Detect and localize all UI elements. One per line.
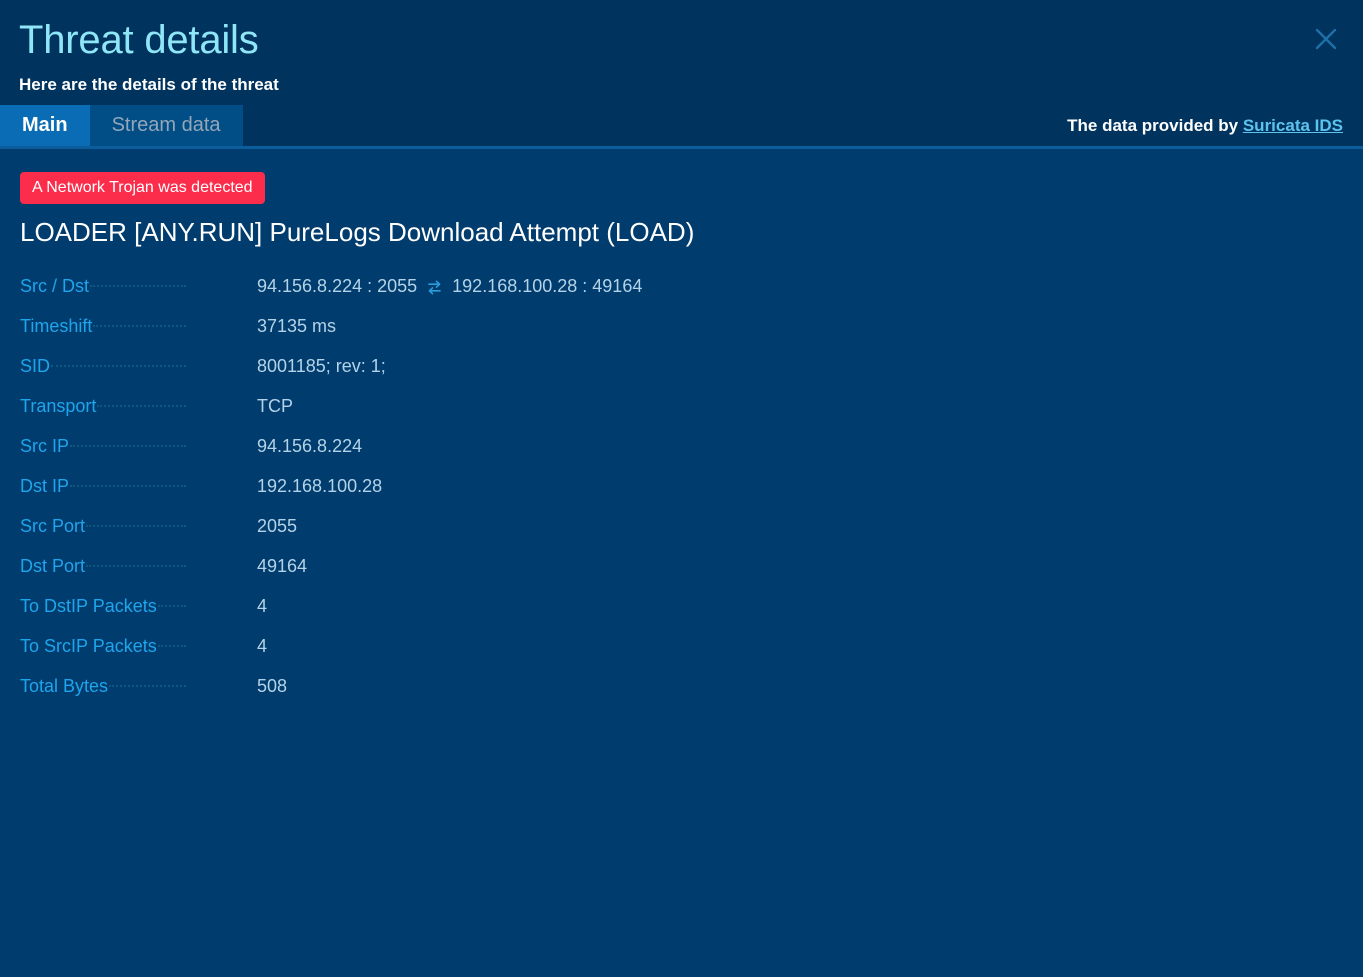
detail-value: 94.156.8.224 : 2055 192.168.100.28 : 491… bbox=[186, 274, 642, 298]
detail-value: 192.168.100.28 bbox=[257, 476, 383, 496]
detail-label: To SrcIP Packets bbox=[20, 634, 186, 658]
detail-row-dst-port: Dst Port 49164 bbox=[20, 554, 1343, 594]
detail-label: SID bbox=[20, 354, 186, 378]
detail-label: Timeshift bbox=[20, 314, 186, 338]
detail-label-text: Transport bbox=[20, 394, 98, 418]
src-endpoint: 94.156.8.224 : 2055 bbox=[257, 276, 418, 296]
detail-label: Src Port bbox=[20, 514, 186, 538]
detail-list: Src / Dst 94.156.8.224 : 2055 192.168.10… bbox=[20, 274, 1343, 714]
detail-row-timeshift: Timeshift 37135 ms bbox=[20, 314, 1343, 354]
detail-row-src-dst: Src / Dst 94.156.8.224 : 2055 192.168.10… bbox=[20, 274, 1343, 314]
detail-row-src-ip: Src IP 94.156.8.224 bbox=[20, 434, 1343, 474]
detail-row-total-bytes: Total Bytes 508 bbox=[20, 674, 1343, 714]
detail-row-to-srcip-packets: To SrcIP Packets 4 bbox=[20, 634, 1343, 674]
page-subtitle: Here are the details of the threat bbox=[19, 75, 279, 94]
detail-label-text: Timeshift bbox=[20, 314, 94, 338]
threat-details-content: A Network Trojan was detected LOADER [AN… bbox=[0, 149, 1363, 714]
detail-value: 4 bbox=[257, 636, 268, 656]
close-icon bbox=[1313, 26, 1339, 52]
leader-dots bbox=[86, 564, 186, 567]
tab-bar: Main Stream data The data provided by Su… bbox=[0, 105, 1363, 149]
detail-label: Dst IP bbox=[20, 474, 186, 498]
dst-endpoint: 192.168.100.28 : 49164 bbox=[452, 276, 643, 296]
leader-dots bbox=[109, 684, 186, 687]
detail-value: 37135 ms bbox=[257, 316, 337, 336]
detail-value: 508 bbox=[257, 676, 288, 696]
detail-row-src-port: Src Port 2055 bbox=[20, 514, 1343, 554]
leader-dots bbox=[93, 324, 186, 327]
detail-row-sid: SID 8001185; rev: 1; bbox=[20, 354, 1343, 394]
detail-row-transport: Transport TCP bbox=[20, 394, 1343, 434]
detail-label-text: Src / Dst bbox=[20, 274, 91, 298]
detail-label-text: SID bbox=[20, 354, 52, 378]
detail-label-text: Dst IP bbox=[20, 474, 71, 498]
detail-label-text: To DstIP Packets bbox=[20, 594, 158, 618]
detail-label: Transport bbox=[20, 394, 186, 418]
detail-label: Total Bytes bbox=[20, 674, 186, 698]
leader-dots bbox=[70, 444, 186, 447]
detail-value: 4 bbox=[257, 596, 268, 616]
leader-dots bbox=[86, 524, 186, 527]
leader-dots bbox=[97, 404, 186, 407]
leader-dots bbox=[70, 484, 186, 487]
provider-prefix: The data provided by bbox=[1067, 116, 1243, 135]
detail-value: TCP bbox=[257, 396, 293, 416]
detail-value: 8001185; rev: 1; bbox=[257, 356, 386, 376]
data-provider-note: The data provided by Suricata IDS bbox=[1067, 105, 1363, 146]
detail-value: 2055 bbox=[257, 516, 298, 536]
status-badge: A Network Trojan was detected bbox=[20, 172, 265, 204]
leader-dots bbox=[51, 364, 186, 367]
detail-label-text: Total Bytes bbox=[20, 674, 110, 698]
page-title: Threat details bbox=[19, 18, 259, 62]
detail-label: Src / Dst bbox=[20, 274, 186, 298]
threat-title: LOADER [ANY.RUN] PureLogs Download Attem… bbox=[20, 217, 695, 247]
detail-label-text: Src Port bbox=[20, 514, 87, 538]
detail-label: Src IP bbox=[20, 434, 186, 458]
detail-value: 94.156.8.224 bbox=[257, 436, 363, 456]
leader-dots bbox=[90, 284, 186, 287]
detail-label: Dst Port bbox=[20, 554, 186, 578]
detail-row-to-dstip-packets: To DstIP Packets 4 bbox=[20, 594, 1343, 634]
leader-dots bbox=[157, 604, 186, 607]
tab-main[interactable]: Main bbox=[0, 105, 90, 146]
detail-label: To DstIP Packets bbox=[20, 594, 186, 618]
swap-arrows-icon bbox=[426, 279, 443, 296]
detail-label-text: Src IP bbox=[20, 434, 71, 458]
detail-row-dst-ip: Dst IP 192.168.100.28 bbox=[20, 474, 1343, 514]
detail-label-text: Dst Port bbox=[20, 554, 87, 578]
tab-list: Main Stream data bbox=[0, 105, 243, 146]
dialog-header: Threat details Here are the details of t… bbox=[0, 0, 1363, 105]
tab-stream-data[interactable]: Stream data bbox=[89, 105, 243, 146]
leader-dots bbox=[157, 644, 186, 647]
detail-label-text: To SrcIP Packets bbox=[20, 634, 158, 658]
suricata-ids-link[interactable]: Suricata IDS bbox=[1243, 116, 1343, 135]
detail-value: 49164 bbox=[257, 556, 308, 576]
close-button[interactable] bbox=[1309, 22, 1343, 56]
